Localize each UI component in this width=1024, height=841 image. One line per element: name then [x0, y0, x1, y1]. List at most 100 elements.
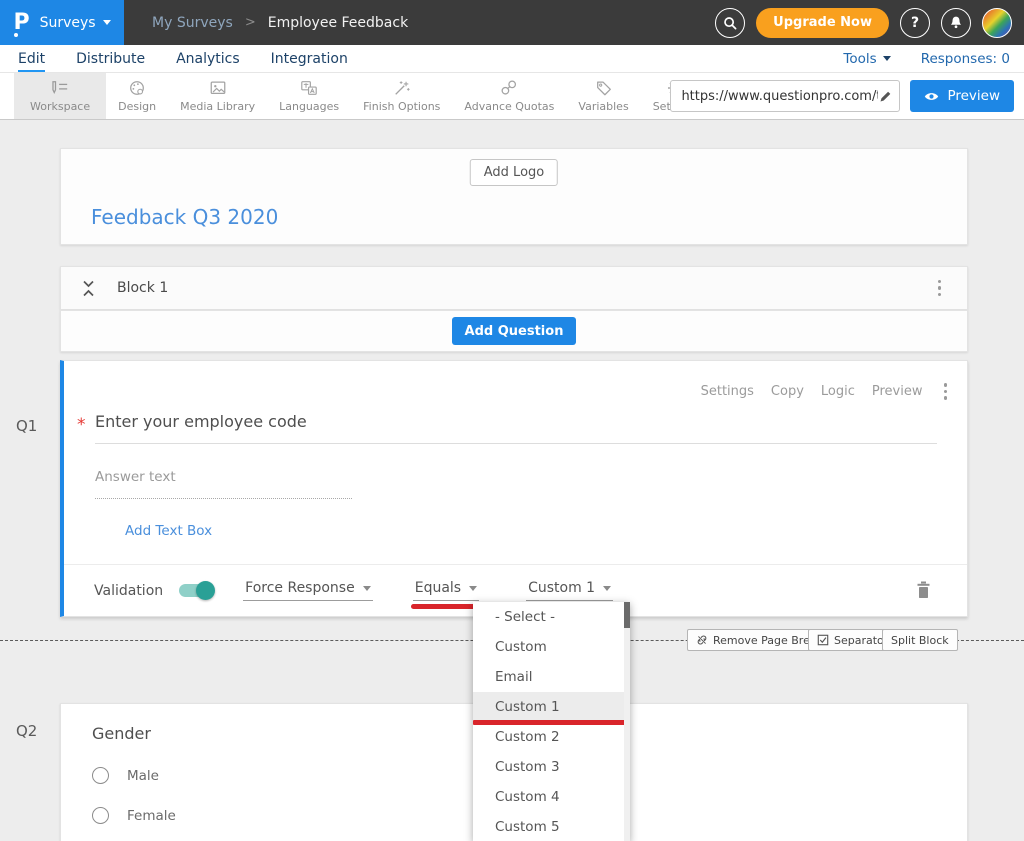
tab-distribute[interactable]: Distribute: [76, 45, 145, 72]
question-settings-link[interactable]: Settings: [701, 384, 754, 399]
delete-validation-button[interactable]: [916, 581, 931, 603]
toolbar-item-media-library[interactable]: Media Library: [168, 73, 267, 119]
breadcrumb: My Surveys > Employee Feedback: [152, 15, 408, 31]
breadcrumb-my-surveys[interactable]: My Surveys: [152, 15, 233, 31]
trash-icon: [916, 581, 931, 599]
notifications-button[interactable]: [941, 8, 971, 38]
answer-text-field[interactable]: Answer text: [95, 469, 352, 499]
translate-icon: [299, 79, 319, 97]
search-button[interactable]: [715, 8, 745, 38]
upgrade-now-button[interactable]: Upgrade Now: [756, 8, 889, 38]
eye-icon: [924, 91, 939, 102]
radio-button[interactable]: [92, 767, 109, 784]
tutorial-highlight-underline: [473, 720, 630, 725]
question-number-q1: Q1: [16, 417, 37, 435]
responses-count[interactable]: Responses: 0: [921, 51, 1010, 67]
dropdown-option-custom3[interactable]: Custom 3: [473, 752, 630, 782]
toolbar-item-workspace[interactable]: Workspace: [14, 73, 106, 119]
validation-label: Validation: [94, 583, 163, 599]
questionpro-logo-icon: P: [13, 12, 29, 34]
question-logic-link[interactable]: Logic: [821, 384, 855, 399]
toolbar-item-design[interactable]: Design: [106, 73, 168, 119]
force-response-dropdown[interactable]: Force Response: [243, 580, 373, 601]
question-number-q2: Q2: [16, 722, 37, 740]
split-block-button[interactable]: Split Block: [882, 629, 958, 651]
toolbar-item-variables[interactable]: Variables: [566, 73, 640, 119]
survey-tabbar: Edit Distribute Analytics Integration To…: [0, 45, 1024, 73]
tools-menu[interactable]: Tools: [843, 51, 890, 67]
question-text-underline: [95, 443, 937, 444]
survey-title[interactable]: Feedback Q3 2020: [91, 205, 278, 229]
operator-dropdown[interactable]: Equals: [413, 580, 479, 601]
survey-header-card: Add Logo Feedback Q3 2020: [60, 148, 968, 245]
question-copy-link[interactable]: Copy: [771, 384, 804, 399]
product-switcher[interactable]: P Surveys: [0, 0, 124, 45]
dropdown-option-custom5[interactable]: Custom 5: [473, 812, 630, 841]
dropdown-option-select[interactable]: - Select -: [473, 602, 630, 632]
dropdown-option-custom4[interactable]: Custom 4: [473, 782, 630, 812]
palette-icon: [127, 79, 147, 97]
chevron-down-icon: [883, 56, 891, 61]
toolbar-item-advance-quotas[interactable]: Advance Quotas: [452, 73, 566, 119]
question-text-q2[interactable]: Gender: [92, 724, 151, 743]
add-text-box-link[interactable]: Add Text Box: [125, 523, 212, 539]
edit-pencil-icon[interactable]: [878, 89, 893, 104]
dropdown-option-email[interactable]: Email: [473, 662, 630, 692]
answer-option-male: Male: [92, 767, 159, 784]
chevron-down-icon: [103, 20, 111, 25]
surveys-menu[interactable]: Surveys: [40, 15, 111, 31]
breadcrumb-separator: >: [245, 15, 256, 30]
block-header: Block 1: [60, 266, 968, 310]
wand-icon: [392, 79, 412, 97]
required-asterisk: *: [77, 415, 86, 435]
validation-toggle[interactable]: [179, 584, 213, 597]
unlink-icon: [696, 634, 708, 646]
add-question-button[interactable]: Add Question: [452, 317, 577, 345]
question-menu-button[interactable]: [940, 379, 952, 404]
toolbar-item-finish-options[interactable]: Finish Options: [351, 73, 452, 119]
dropdown-option-custom1[interactable]: Custom 1: [473, 692, 630, 722]
search-icon: [722, 15, 738, 31]
questionpro-survey-editor: P Surveys My Surveys > Employee Feedback…: [0, 0, 1024, 841]
dropdown-option-custom[interactable]: Custom: [473, 632, 630, 662]
toolbar-item-languages[interactable]: Languages: [267, 73, 351, 119]
validation-value-dropdown[interactable]: Custom 1: [526, 580, 613, 601]
radio-button[interactable]: [92, 807, 109, 824]
dropdown-scrollbar-thumb[interactable]: [624, 602, 630, 628]
collapse-block-button[interactable]: [82, 280, 95, 297]
question-text-q1[interactable]: Enter your employee code: [95, 412, 307, 431]
validation-value-dropdown-menu: - Select - Custom Email Custom 1 Custom …: [473, 602, 630, 841]
toolbar-right: Preview: [670, 80, 1014, 112]
tab-edit[interactable]: Edit: [18, 45, 45, 72]
topnav-actions: Upgrade Now ?: [715, 8, 1024, 38]
dropdown-scrollbar-track[interactable]: [624, 602, 630, 841]
question-actions: Settings Copy Logic Preview: [701, 379, 951, 404]
editor-toolbar: Workspace Design Media Library: [0, 73, 1024, 120]
question-preview-link[interactable]: Preview: [872, 384, 923, 399]
block-title[interactable]: Block 1: [117, 280, 168, 296]
bell-icon: [948, 15, 964, 31]
breadcrumb-current-survey: Employee Feedback: [268, 15, 408, 31]
tag-icon: [594, 79, 614, 97]
survey-url-input[interactable]: [681, 89, 878, 104]
chevron-down-icon: [363, 586, 371, 591]
help-button[interactable]: ?: [900, 8, 930, 38]
toggle-knob: [196, 581, 215, 600]
question-mark-icon: ?: [911, 15, 919, 31]
tab-integration[interactable]: Integration: [271, 45, 348, 72]
add-question-strip: Add Question: [60, 310, 968, 352]
collapse-icon: [82, 280, 95, 297]
tab-analytics[interactable]: Analytics: [176, 45, 240, 72]
block-menu-button[interactable]: [934, 276, 946, 301]
preview-button[interactable]: Preview: [910, 80, 1014, 112]
dropdown-option-custom2[interactable]: Custom 2: [473, 722, 630, 752]
checkbox-checked-icon: [817, 634, 829, 646]
top-navbar: P Surveys My Surveys > Employee Feedback…: [0, 0, 1024, 45]
user-avatar[interactable]: [982, 8, 1012, 38]
question-card-q1: Settings Copy Logic Preview * Enter your…: [60, 360, 968, 617]
chevron-down-icon: [469, 586, 477, 591]
chevron-down-icon: [603, 586, 611, 591]
survey-url-field[interactable]: [670, 80, 900, 112]
add-logo-button[interactable]: Add Logo: [470, 159, 558, 186]
tutorial-highlight-underline: [411, 604, 481, 609]
